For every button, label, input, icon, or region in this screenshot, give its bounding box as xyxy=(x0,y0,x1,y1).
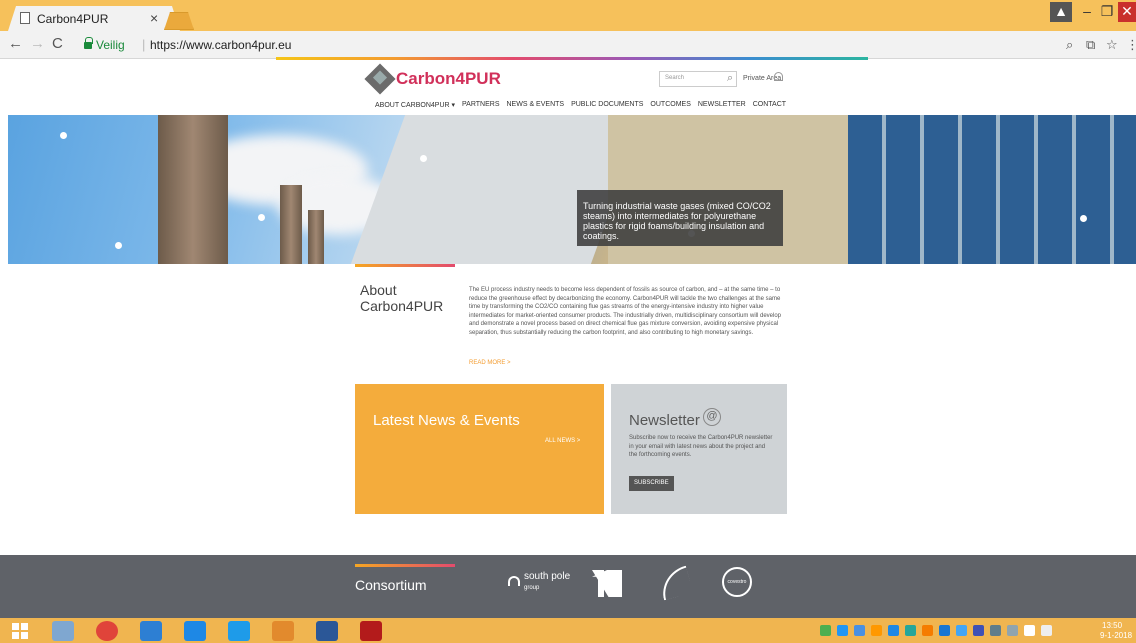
zoom-icon[interactable]: ⌕ xyxy=(1066,37,1073,53)
search-placeholder: Search xyxy=(665,75,685,81)
back-arrow-icon[interactable]: ← xyxy=(8,35,23,52)
clock-time[interactable]: 13:50 xyxy=(1102,621,1122,630)
about-accent-bar xyxy=(355,264,455,267)
tray-icon[interactable] xyxy=(973,625,984,636)
tray-icon[interactable] xyxy=(956,625,967,636)
forward-arrow-icon[interactable]: → xyxy=(30,35,45,52)
clock-date[interactable]: 9-1-2018 xyxy=(1100,631,1132,640)
system-tray xyxy=(820,625,1052,636)
hero-node xyxy=(115,242,122,249)
hero-banner xyxy=(8,115,1136,264)
covestro-logo[interactable]: covestro xyxy=(722,567,752,597)
hero-chimney xyxy=(280,185,302,264)
newsletter-title: Newsletter xyxy=(629,412,700,429)
south-pole-name: south pole xyxy=(524,571,571,582)
south-pole-logo[interactable]: south pole group xyxy=(524,572,570,593)
tray-icon[interactable] xyxy=(888,625,899,636)
word-icon[interactable] xyxy=(316,621,338,641)
pno-logo[interactable] xyxy=(656,565,694,601)
tray-icon[interactable] xyxy=(837,625,848,636)
tab-close-icon[interactable]: × xyxy=(150,10,158,26)
translate-icon[interactable]: ⧉ xyxy=(1086,37,1095,53)
acrobat-icon[interactable] xyxy=(360,621,382,641)
lock-icon[interactable] xyxy=(84,37,93,49)
tray-icon[interactable] xyxy=(990,625,1001,636)
news-events-panel[interactable]: Latest News & Events ALL NEWS > xyxy=(355,384,604,514)
newsletter-text: Subscribe now to receive the Carbon4PUR … xyxy=(629,435,773,458)
browser-titlebar: Carbon4PUR × ▲ – ❐ ✕ xyxy=(0,0,1136,31)
nav-contact[interactable]: CONTACT xyxy=(753,101,786,109)
browser-toolbar: ← → C Veilig | https://www.carbon4pur.eu… xyxy=(0,31,1136,59)
page-favicon-icon xyxy=(20,12,30,24)
tray-icon[interactable] xyxy=(820,625,831,636)
news-title: Latest News & Events xyxy=(373,412,520,429)
hero-node xyxy=(60,132,67,139)
outlook-icon[interactable] xyxy=(272,621,294,641)
hero-glass-facade xyxy=(848,115,1136,264)
windows-taskbar: 13:50 9-1-2018 xyxy=(0,618,1136,643)
user-profile-icon[interactable]: ▲ xyxy=(1050,2,1072,22)
hero-node xyxy=(1080,215,1087,222)
windows-start-icon[interactable] xyxy=(12,623,28,639)
nav-partners[interactable]: PARTNERS xyxy=(462,101,499,109)
tu-logo[interactable] xyxy=(592,570,622,597)
nav-newsletter[interactable]: NEWSLETTER xyxy=(698,101,746,109)
tray-icon[interactable] xyxy=(922,625,933,636)
newsletter-panel: Newsletter @ Subscribe now to receive th… xyxy=(611,384,787,514)
nav-public-documents[interactable]: PUBLIC DOCUMENTS xyxy=(571,101,643,109)
secure-label[interactable]: Veilig xyxy=(96,38,125,52)
read-more-link[interactable]: READ MORE > xyxy=(469,360,511,366)
internet-explorer-icon[interactable] xyxy=(140,621,162,641)
consortium-band: Consortium south pole group covestro xyxy=(0,555,1136,618)
south-pole-sub: group xyxy=(524,585,540,591)
consortium-title: Consortium xyxy=(355,577,427,593)
all-news-link[interactable]: ALL NEWS > xyxy=(545,438,580,444)
file-explorer-icon[interactable] xyxy=(52,621,74,641)
header-color-stripe xyxy=(276,57,868,60)
tray-icon[interactable] xyxy=(854,625,865,636)
nav-news-events[interactable]: NEWS & EVENTS xyxy=(507,101,565,109)
hero-chimney xyxy=(158,115,228,264)
network-icon[interactable] xyxy=(1024,625,1035,636)
flag-icon[interactable] xyxy=(1041,625,1052,636)
search-icon[interactable]: ⌕ xyxy=(727,72,733,85)
search-input[interactable]: Search ⌕ xyxy=(659,71,737,87)
south-pole-logo-icon[interactable] xyxy=(508,576,520,586)
hero-caption: Turning industrial waste gases (mixed CO… xyxy=(577,190,783,246)
tray-icon[interactable] xyxy=(871,625,882,636)
nav-outcomes[interactable]: OUTCOMES xyxy=(650,101,690,109)
menu-icon[interactable]: ⋮ xyxy=(1126,37,1136,53)
subscribe-button[interactable]: SUBSCRIBE xyxy=(629,476,674,491)
tray-icon[interactable] xyxy=(905,625,916,636)
address-bar[interactable]: https://www.carbon4pur.eu xyxy=(150,38,291,52)
about-title: About Carbon4PUR xyxy=(360,282,444,314)
logo-icon[interactable] xyxy=(364,63,396,95)
hero-node xyxy=(258,214,265,221)
close-window-button[interactable]: ✕ xyxy=(1118,2,1136,22)
nav-about[interactable]: ABOUT CARBON4PUR ▾ xyxy=(375,101,455,109)
main-navigation: ABOUT CARBON4PUR ▾ PARTNERS NEWS & EVENT… xyxy=(375,101,786,109)
tray-icon[interactable] xyxy=(1007,625,1018,636)
minimize-button[interactable]: – xyxy=(1078,2,1096,22)
about-text: The EU process industry needs to become … xyxy=(469,287,782,336)
reload-icon[interactable]: C xyxy=(52,35,63,52)
skype-icon[interactable] xyxy=(228,621,250,641)
maximize-button[interactable]: ❐ xyxy=(1098,2,1116,22)
chrome-icon[interactable] xyxy=(96,621,118,641)
lock-user-icon[interactable] xyxy=(774,72,783,81)
tray-icon[interactable] xyxy=(939,625,950,636)
at-sign-icon: @ xyxy=(703,408,721,426)
hero-chimney xyxy=(308,210,324,264)
bookmark-star-icon[interactable]: ☆ xyxy=(1106,37,1118,53)
site-logo[interactable]: Carbon4PUR xyxy=(396,69,501,89)
hero-node xyxy=(420,155,427,162)
tab-title: Carbon4PUR xyxy=(37,12,109,26)
consortium-accent-bar xyxy=(355,564,455,567)
skype-business-icon[interactable] xyxy=(184,621,206,641)
url-separator: | xyxy=(142,37,146,52)
